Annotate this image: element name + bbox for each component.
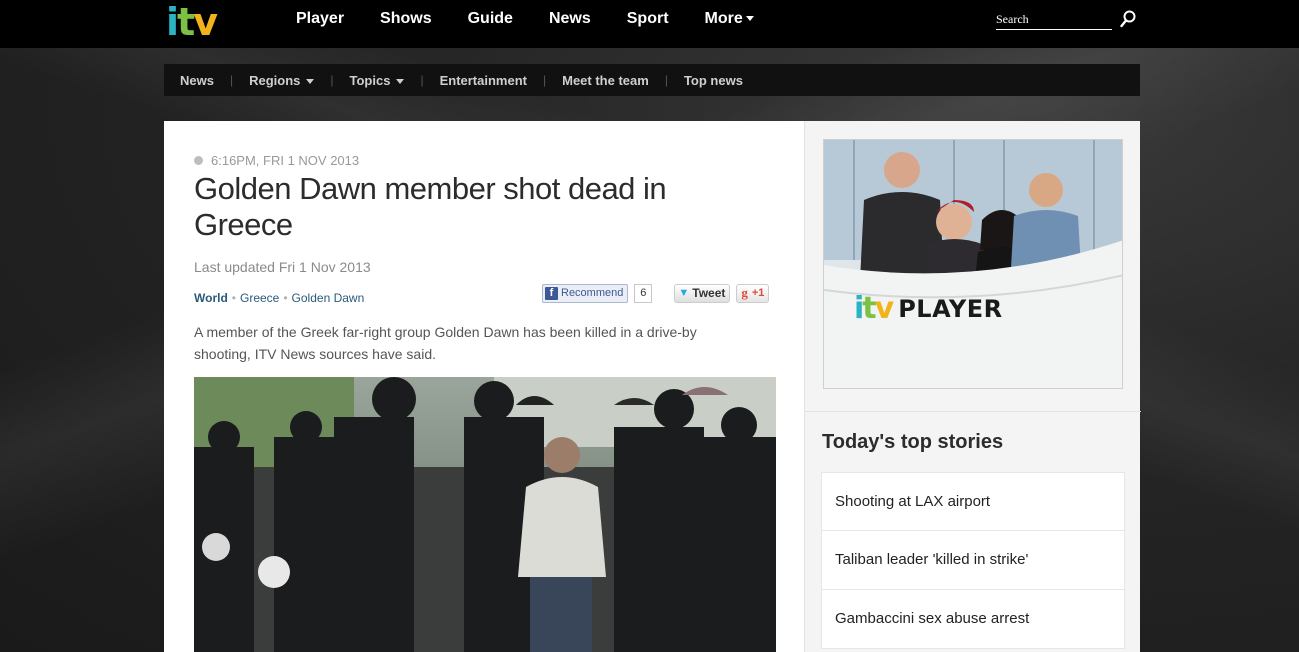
article-headline: Golden Dawn member shot dead in Greece [194,171,667,242]
subnav-divider: | [664,73,668,87]
tag-golden-dawn[interactable]: Golden Dawn [292,291,365,305]
logo-letter-i: i [166,0,179,44]
twitter-bird-icon: ▼ [678,287,690,299]
tag-world[interactable]: World [194,291,228,305]
logo-letter-t: t [177,0,195,44]
share-buttons: f Recommend 6 ▼ Tweet g +1 [542,283,770,303]
facebook-icon: f [545,286,558,300]
subnav-divider: | [330,73,334,87]
subnav-divider: | [420,73,424,87]
gplus-label: +1 [751,287,765,299]
news-subnav: News | Regions | Topics | Entertainment … [164,64,1140,96]
tag-separator: • [231,291,236,305]
nav-sport[interactable]: Sport [627,0,669,40]
itv-player-logo: itv PLAYER [854,294,1003,324]
promo-itv-mark: itv [854,291,894,326]
content-panel: 6:16PM, FRI 1 NOV 2013 Golden Dawn membe… [164,121,1141,652]
search-input[interactable] [996,10,1112,30]
subnav-regions-label: Regions [249,72,301,88]
itv-logo[interactable]: itv [166,2,246,42]
nav-more-label: More [704,10,743,27]
top-stories-title: Today's top stories [822,431,1004,453]
nav-news[interactable]: News [549,0,591,40]
search-box [996,10,1136,32]
subnav-regions[interactable]: Regions [249,72,315,88]
nav-guide[interactable]: Guide [468,0,513,40]
google-plus-button[interactable]: g +1 [736,283,770,303]
subnav-top-news[interactable]: Top news [684,73,743,88]
nav-more[interactable]: More [705,0,754,40]
article-timestamp: 6:16PM, FRI 1 NOV 2013 [194,153,359,168]
tweet-label: Tweet [692,286,726,300]
itv-player-promo[interactable]: itv PLAYER [823,139,1123,389]
subnav-topics[interactable]: Topics [350,73,405,88]
subnav-topics-label: Topics [349,72,391,88]
main-nav: Player Shows Guide News Sport More [296,0,790,40]
nav-player[interactable]: Player [296,0,344,40]
chevron-down-icon [396,78,405,84]
google-plus-icon: g [741,285,748,300]
article-photo-illustration [194,377,776,652]
subnav-divider: | [229,73,234,87]
recommend-label: Recommend [561,287,624,299]
search-icon[interactable] [1120,10,1136,28]
facebook-recommend-button[interactable]: f Recommend [542,283,629,303]
nav-shows[interactable]: Shows [380,0,432,40]
timestamp-text: 6:16PM, FRI 1 NOV 2013 [211,153,360,168]
clock-icon [194,156,203,165]
article-tags: World • Greece • Golden Dawn [194,291,364,305]
subnav-divider: | [542,73,547,87]
story-item[interactable]: Gambaccini sex abuse arrest [821,590,1125,649]
last-updated: Last updated Fri 1 Nov 2013 [194,259,371,275]
subnav-entertainment[interactable]: Entertainment [440,73,527,88]
chevron-down-icon [745,16,754,22]
sidebar: itv PLAYER Today's top stories Shooting … [804,121,1141,652]
tweet-button[interactable]: ▼ Tweet [674,283,731,303]
article-photo[interactable] [194,377,776,652]
subnav-meet-the-team[interactable]: Meet the team [562,73,649,88]
tag-separator: • [283,291,288,305]
promo-player-text: PLAYER [898,295,1003,323]
article: 6:16PM, FRI 1 NOV 2013 Golden Dawn membe… [164,121,804,652]
tag-greece[interactable]: Greece [240,291,279,305]
top-bar: itv Player Shows Guide News Sport More [0,0,1299,48]
sidebar-divider [805,411,1141,412]
story-item[interactable]: Taliban leader 'killed in strike' [821,531,1125,590]
top-stories-list: Shooting at LAX airport Taliban leader '… [821,472,1125,649]
article-standfirst: A member of the Greek far-right group Go… [194,324,697,362]
promo-illustration [824,140,1122,388]
subnav-news[interactable]: News [180,73,214,88]
logo-letter-v: v [193,0,218,44]
story-item[interactable]: Shooting at LAX airport [821,472,1125,531]
chevron-down-icon [306,78,315,84]
recommend-count: 6 [634,283,653,303]
